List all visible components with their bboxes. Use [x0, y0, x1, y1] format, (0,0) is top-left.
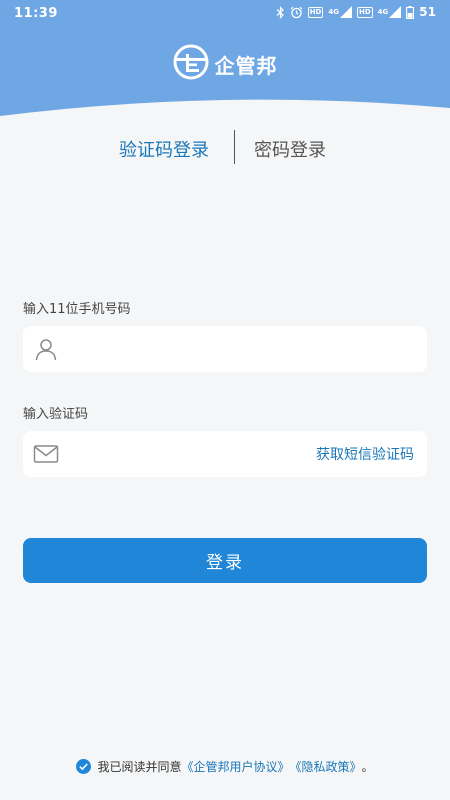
privacy-policy-link[interactable]: 《隐私政策》 [290, 758, 362, 775]
hd-voice-icon-2: HD [357, 6, 373, 18]
user-icon [33, 336, 59, 362]
brand: 企管邦 [0, 44, 450, 84]
signal-icon-1: 4G [328, 6, 352, 18]
signal-icon-2: 4G [378, 6, 402, 18]
header-banner: 11:39 HD 4G HD 4G 51 企管邦 [0, 0, 450, 130]
code-input[interactable] [69, 439, 313, 471]
network-type-1: 4G [328, 8, 339, 16]
bluetooth-icon [276, 5, 285, 19]
tab-divider [234, 130, 235, 164]
status-bar: 11:39 HD 4G HD 4G 51 [0, 0, 450, 28]
get-sms-code-button[interactable]: 获取短信验证码 [316, 444, 414, 464]
status-time: 11:39 [14, 6, 58, 21]
phone-label: 输入11位手机号码 [23, 302, 131, 317]
login-tabs: 验证码登录 密码登录 [0, 130, 450, 166]
phone-input[interactable] [69, 334, 413, 366]
hd-voice-icon: HD [307, 6, 324, 18]
network-type-2: 4G [377, 8, 389, 16]
brand-logo-icon [173, 44, 209, 84]
user-agreement-link[interactable]: 《企管邦用户协议》 [181, 758, 289, 775]
code-label: 输入验证码 [23, 407, 89, 422]
phone-input-box[interactable] [23, 326, 427, 372]
battery-level: 51 [419, 5, 436, 19]
login-button[interactable]: 登录 [23, 538, 427, 583]
tab-sms-login[interactable]: 验证码登录 [119, 136, 209, 162]
check-circle-icon [76, 759, 92, 774]
agreement-prefix: 我已阅读并同意 [97, 760, 182, 774]
alarm-icon [290, 6, 303, 19]
mail-icon [33, 441, 59, 467]
agreement-row: 我已阅读并同意 《企管邦用户协议》 《隐私政策》 。 [0, 758, 450, 775]
agreement-suffix: 。 [361, 760, 374, 774]
code-input-box[interactable]: 获取短信验证码 [23, 431, 427, 477]
brand-name: 企管邦 [214, 53, 278, 78]
battery-icon [406, 5, 415, 19]
agreement-checkbox[interactable] [76, 759, 92, 774]
tab-password-login[interactable]: 密码登录 [254, 136, 326, 162]
status-icons: HD 4G HD 4G 51 [276, 5, 436, 19]
